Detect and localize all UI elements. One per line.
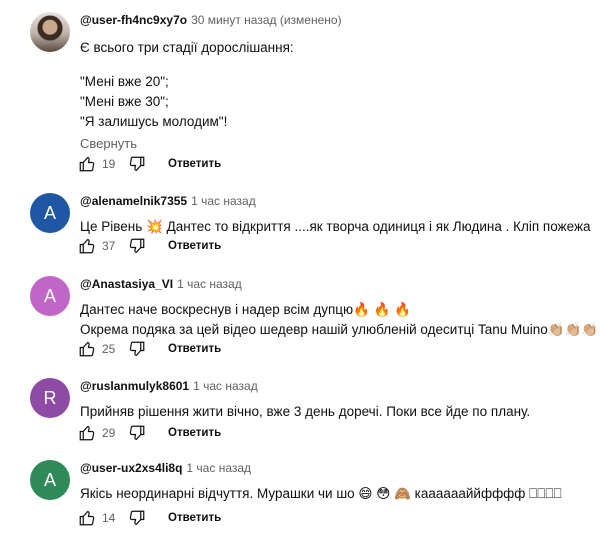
dislike-icon[interactable] (128, 340, 146, 358)
avatar-letter: R (43, 387, 57, 408)
comment-body: @ruslanmulyk8601 1 час назад Прийняв ріше… (80, 378, 590, 422)
comment-text: Прийняв рішення жити вічно, вже 3 день д… (80, 402, 590, 422)
comment-line: "Я залишусь молодим"! (80, 114, 228, 129)
like-icon[interactable] (78, 155, 96, 173)
comment-actions: 25 Ответить (78, 339, 221, 359)
comment-text: Є всього три стадії дорослішання: "Мені … (80, 38, 590, 132)
comment-body: @user-ux2xs4li8q 1 час назад Якісь неорди… (80, 460, 590, 504)
like-count: 29 (102, 426, 116, 440)
comment-actions: 19 Ответить (78, 154, 221, 174)
comment-text: Це Рівень 💥 Дантес то відкриття ....як т… (80, 217, 590, 237)
reply-button[interactable]: Ответить (168, 158, 221, 170)
avatar[interactable]: A (30, 193, 70, 233)
comment-actions: 37 Ответить (78, 236, 221, 256)
comment-time[interactable]: 1 час назад (186, 461, 251, 475)
comment-line: Прийняв рішення жити вічно, вже 3 день д… (80, 404, 531, 419)
comment-body: @user-fh4nc9xy7o 30 минут назад (изменено… (80, 12, 590, 151)
comment-time[interactable]: 1 час назад (191, 194, 256, 208)
comment-author[interactable]: @ruslanmulyk8601 (80, 379, 189, 393)
avatar-letter: A (43, 285, 56, 306)
comment-line: Є всього три стадії дорослішання: (80, 40, 294, 55)
avatar[interactable] (30, 12, 70, 52)
dislike-icon[interactable] (128, 155, 146, 173)
avatar-letter: A (43, 202, 56, 223)
comment-actions: 14 Ответить (78, 508, 221, 528)
comment-line: "Мені вже 30"; (80, 94, 169, 109)
reply-button[interactable]: Ответить (168, 343, 221, 355)
comment-body: @Anastasiya_VI 1 час назад Дантес наче во… (80, 276, 599, 340)
comment-meta: @ruslanmulyk8601 1 час назад (80, 378, 590, 394)
like-count: 37 (102, 239, 116, 253)
comment-meta: @user-fh4nc9xy7o 30 минут назад (изменено… (80, 12, 590, 28)
reply-button[interactable]: Ответить (168, 427, 221, 439)
like-icon[interactable] (78, 424, 96, 442)
comment-line (80, 58, 590, 72)
avatar[interactable]: A (30, 460, 70, 500)
comment-line: Це Рівень 💥 Дантес то відкриття ....як т… (80, 219, 591, 234)
comment-line: "Мені вже 20"; (80, 74, 169, 89)
comment-actions: 29 Ответить (78, 423, 221, 443)
comment-author[interactable]: @user-ux2xs4li8q (80, 461, 182, 475)
comment-author[interactable]: @user-fh4nc9xy7o (80, 13, 187, 27)
comment-meta: @Anastasiya_VI 1 час назад (80, 276, 590, 292)
like-count: 19 (102, 157, 116, 171)
avatar[interactable]: A (30, 276, 70, 316)
comment-time[interactable]: 30 минут назад (изменено) (191, 13, 342, 27)
comment-line: Якісь неординарні відчуття. Мурашки чи ш… (80, 486, 562, 501)
comment-author[interactable]: @Anastasiya_VI (80, 277, 173, 291)
reply-button[interactable]: Ответить (168, 512, 221, 524)
dislike-icon[interactable] (128, 237, 146, 255)
comment-text: Дантес наче воскреснув і надер всім дупц… (80, 300, 599, 340)
avatar-letter: A (43, 469, 56, 490)
comment-line: Окрема подяка за цей відео шедевр нашій … (80, 322, 599, 337)
comment-time[interactable]: 1 час назад (177, 277, 242, 291)
like-count: 14 (102, 511, 116, 525)
like-count: 25 (102, 342, 116, 356)
comment-author[interactable]: @alenamelnik7355 (80, 194, 187, 208)
collapse-link[interactable]: Свернуть (80, 136, 590, 151)
like-icon[interactable] (78, 237, 96, 255)
comment-meta: @user-ux2xs4li8q 1 час назад (80, 460, 590, 476)
like-icon[interactable] (78, 340, 96, 358)
comment-time[interactable]: 1 час назад (193, 379, 258, 393)
dislike-icon[interactable] (128, 509, 146, 527)
reply-button[interactable]: Ответить (168, 240, 221, 252)
avatar[interactable]: R (30, 378, 70, 418)
dislike-icon[interactable] (128, 424, 146, 442)
comment-body: @alenamelnik7355 1 час назад Це Рівень 💥 … (80, 193, 590, 237)
comment-line: Дантес наче воскреснув і надер всім дупц… (80, 302, 412, 317)
comment-text: Якісь неординарні відчуття. Мурашки чи ш… (80, 484, 590, 504)
comment-meta: @alenamelnik7355 1 час назад (80, 193, 590, 209)
like-icon[interactable] (78, 509, 96, 527)
